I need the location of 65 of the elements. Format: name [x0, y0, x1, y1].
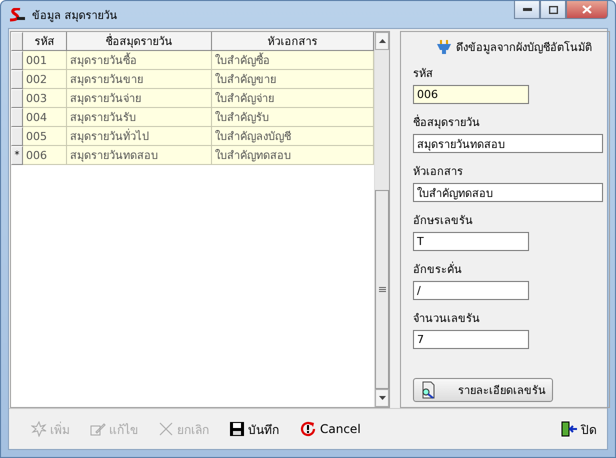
row-selector[interactable] [11, 127, 23, 146]
table-cell: สมุดรายวันทดสอบ [67, 146, 212, 165]
table-cell: 004 [23, 108, 67, 127]
column-header[interactable]: หัวเอกสาร [212, 32, 374, 51]
table-cell: ใบสำคัญขาย [212, 70, 374, 89]
field-label: หัวเอกสาร [413, 164, 464, 180]
input-field[interactable]: สมุดรายวันทดสอบ [413, 134, 603, 153]
table-cell: ใบสำคัญจ่าย [212, 89, 374, 108]
input-field[interactable]: ใบสำคัญทดสอบ [413, 183, 603, 202]
scroll-down-button[interactable] [375, 389, 389, 407]
table-cell: สมุดรายวันขาย [67, 70, 212, 89]
close-icon [582, 5, 592, 14]
grip-icon [378, 287, 386, 292]
scrollbar-thumb[interactable] [375, 190, 389, 389]
down-arrow-icon [378, 396, 386, 400]
import-link[interactable]: ดึงข้อมูลจากผังบัญชีอัตโนมัติ [424, 38, 592, 56]
x-icon [158, 421, 174, 437]
sparkle-icon [31, 421, 47, 437]
column-header[interactable]: รหัส [23, 32, 67, 51]
table-cell: 005 [23, 127, 67, 146]
input-field[interactable]: / [413, 281, 529, 300]
table-cell: ใบสำคัญลงบัญชี [212, 127, 374, 146]
toolbar-button[interactable]: บันทึก [229, 420, 279, 438]
table-cell: สมุดรายวันรับ [67, 108, 212, 127]
row-selector[interactable]: * [11, 146, 23, 165]
maximize-button[interactable] [540, 1, 566, 19]
close-button[interactable] [566, 1, 608, 19]
table-cell: สมุดรายวันซื้อ [67, 51, 212, 70]
table-cell: ใบสำคัญทดสอบ [212, 146, 374, 165]
toolbar-button[interactable]: Cancel [299, 420, 361, 438]
table-cell: 001 [23, 51, 67, 70]
app-logo-icon [8, 8, 26, 22]
table-cell: ใบสำคัญรับ [212, 108, 374, 127]
exit-door-icon [560, 421, 578, 437]
table-cell: สมุดรายวันทั่วไป [67, 127, 212, 146]
table-cell: 006 [23, 146, 67, 165]
input-field[interactable]: T [413, 232, 529, 251]
input-field[interactable]: 7 [413, 330, 529, 349]
row-selector[interactable] [11, 108, 23, 127]
scroll-up-button[interactable] [375, 32, 389, 50]
row-selector[interactable] [11, 89, 23, 108]
table-cell: ใบสำคัญซื้อ [212, 51, 374, 70]
input-field[interactable]: 006 [413, 85, 529, 104]
document-magnifier-icon [420, 381, 436, 399]
close-form-button[interactable]: ปิด [560, 420, 597, 438]
table-cell: 002 [23, 70, 67, 89]
up-arrow-icon [378, 39, 386, 43]
run-number-details-button[interactable]: รายละเอียดเลขรัน [413, 378, 553, 402]
plug-icon [436, 40, 452, 54]
table-cell: 003 [23, 89, 67, 108]
field-label: รหัส [413, 66, 434, 82]
refresh-warning-icon [299, 420, 317, 438]
minimize-icon [522, 8, 532, 11]
field-label: อักขระคั่น [413, 260, 463, 278]
field-label: อักษรเลขรัน [413, 213, 474, 229]
minimize-button[interactable] [514, 1, 540, 19]
maximize-icon [548, 6, 558, 14]
pencil-icon [90, 421, 106, 437]
field-label: จำนวนเลขรัน [413, 311, 481, 327]
window-title: ข้อมูล สมุดรายวัน [32, 8, 118, 24]
field-label: ชื่อสมุดรายวัน [413, 114, 481, 131]
row-selector[interactable] [11, 70, 23, 89]
column-header[interactable]: ชื่อสมุดรายวัน [67, 32, 212, 51]
table-cell: สมุดรายวันจ่าย [67, 89, 212, 108]
row-selector[interactable] [11, 51, 23, 70]
